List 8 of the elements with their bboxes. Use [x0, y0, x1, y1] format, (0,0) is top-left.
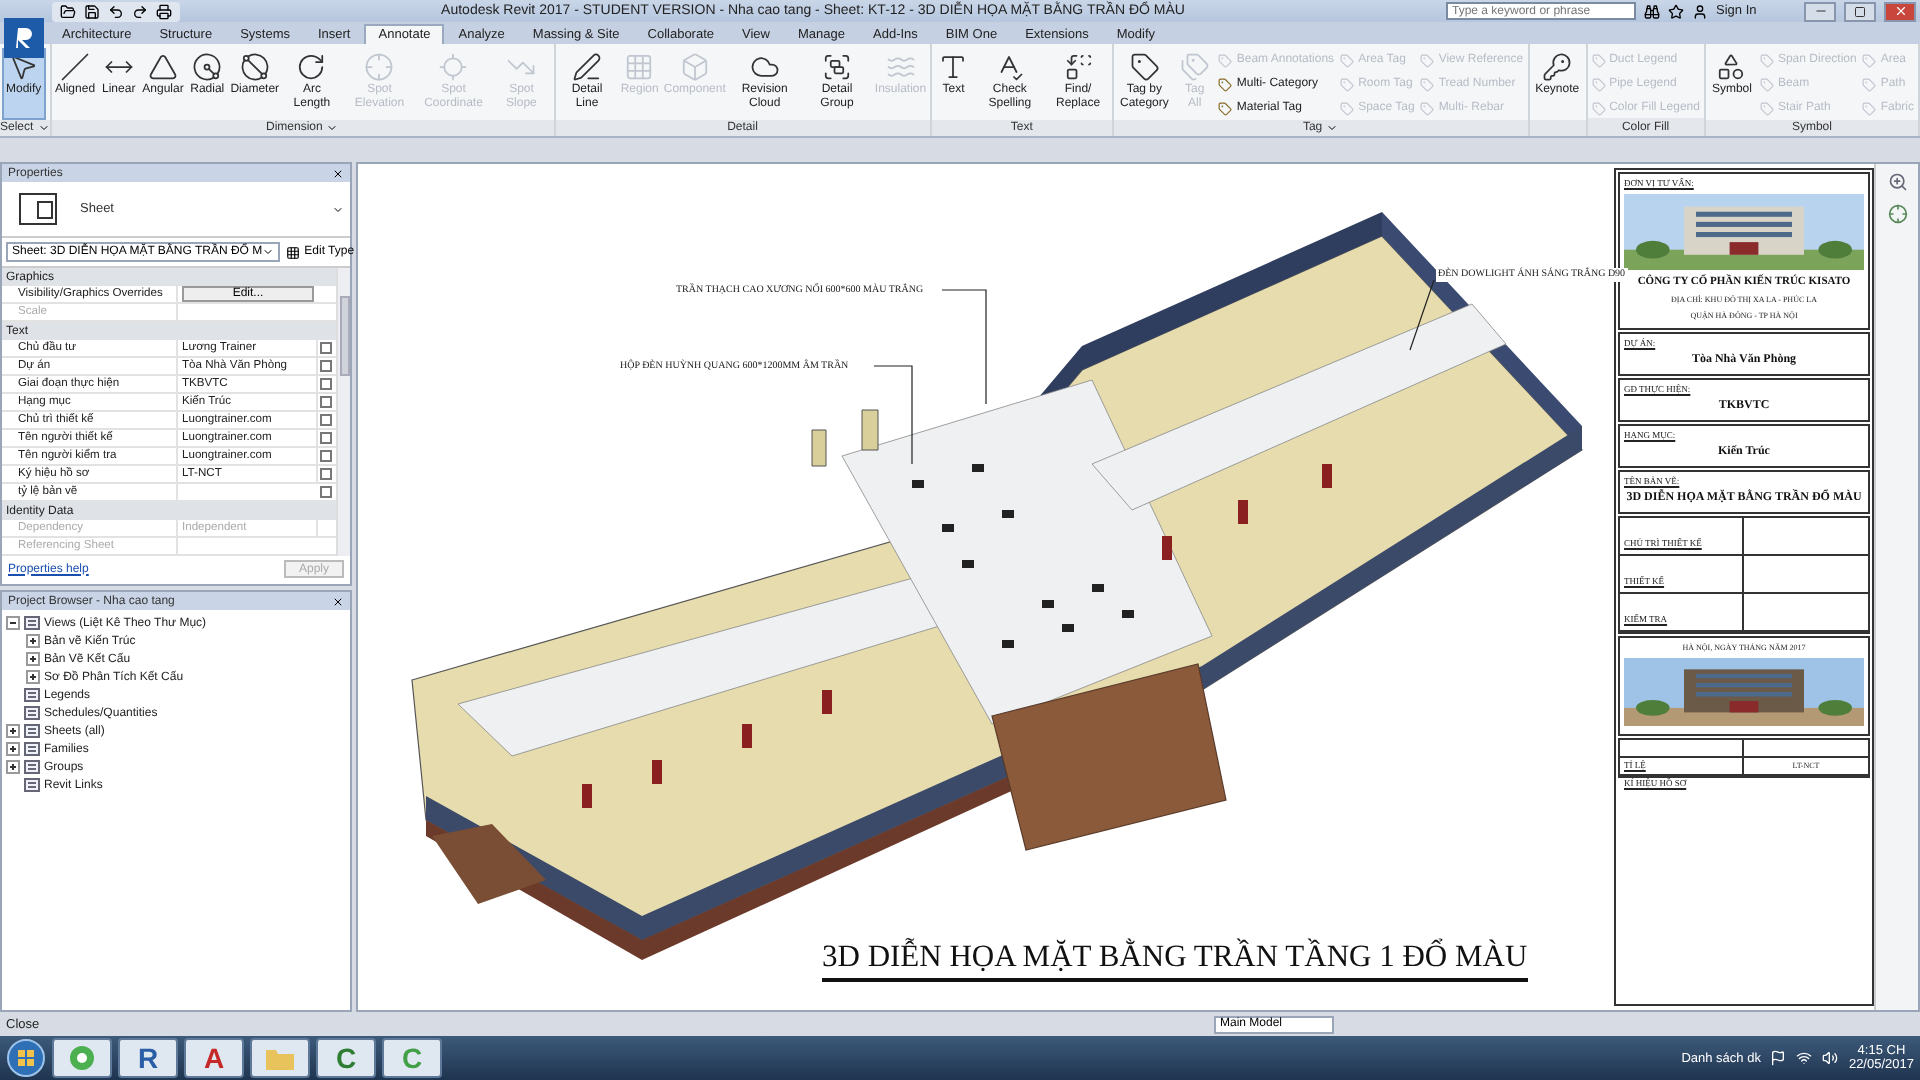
taskbar-app-button[interactable]: C	[316, 1038, 376, 1078]
app-letter: R	[137, 1042, 159, 1074]
taskbar-app-button[interactable]: R	[118, 1038, 178, 1078]
sheet-title: 3D DIỄN HỌA MẶT BẰNG TRẦN TẦNG 1 ĐỔ MÀU	[822, 940, 1528, 982]
taskbar-app-button[interactable]: A	[184, 1038, 244, 1078]
app-letter: C	[335, 1042, 357, 1074]
app-letter: C	[401, 1042, 423, 1074]
app-letter: A	[203, 1042, 225, 1074]
